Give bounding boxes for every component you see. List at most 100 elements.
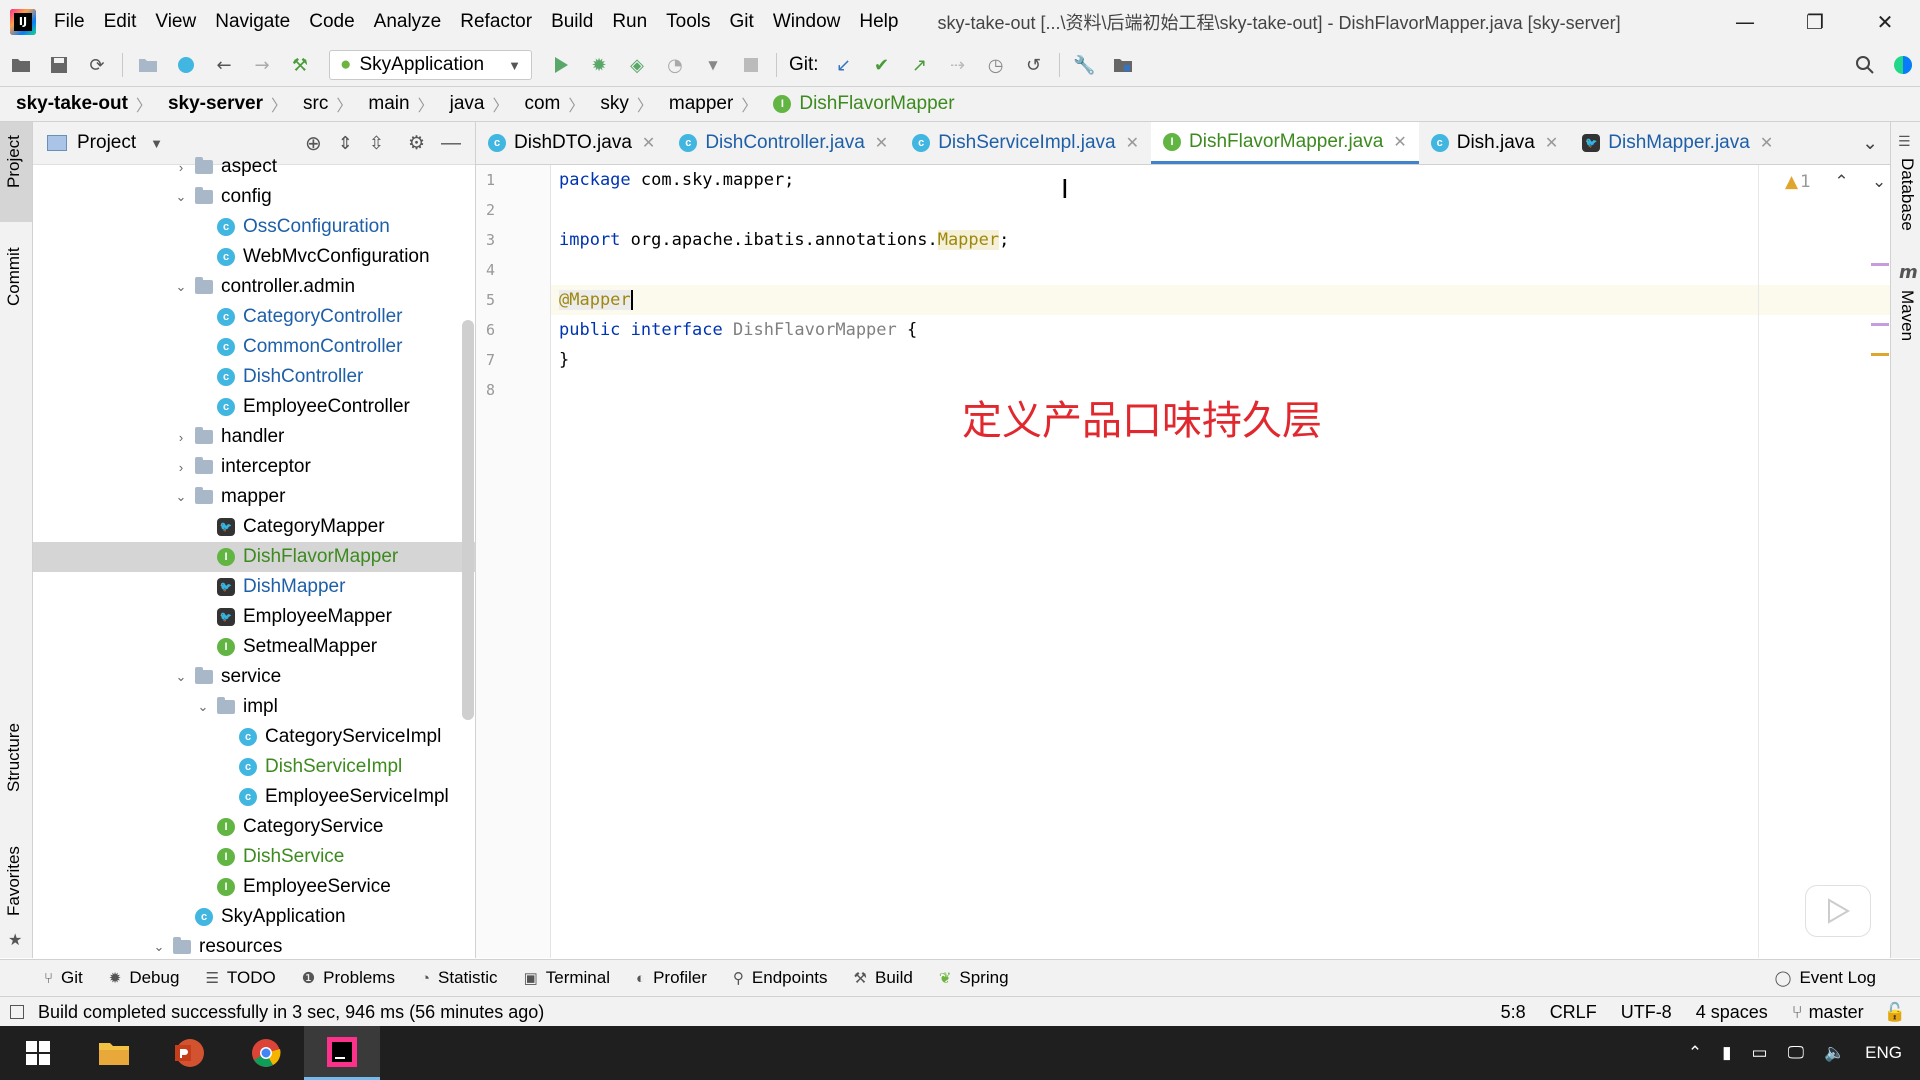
more-tabs-icon[interactable]: ⌄ [1850,122,1890,164]
endpoints-tool-button[interactable]: ⚲ Endpoints [733,968,828,988]
chevron-down-icon[interactable]: ⌄ [173,489,189,505]
breadcrumb-item[interactable]: sky [600,93,629,115]
profile-icon[interactable]: ◔ [664,54,686,76]
tree-item[interactable]: c EmployeeController [33,392,475,422]
close-window-button[interactable]: ✕ [1850,0,1920,44]
settings-wrench-icon[interactable]: 🔧 [1073,54,1095,76]
coverage-icon[interactable]: ◈ [626,54,648,76]
tree-item[interactable]: ⌄ mapper [33,482,475,512]
git-tool-button[interactable]: ⑂ Git [44,968,83,988]
tree-item[interactable]: ⌄ impl [33,692,475,722]
menu-refactor[interactable]: Refactor [460,11,532,33]
editor-tab[interactable]: c Dish.java ✕ [1419,122,1571,164]
indent-setting[interactable]: 4 spaces [1696,1002,1768,1023]
save-icon[interactable] [48,54,70,76]
project-panel-title[interactable]: Project [77,132,136,154]
battery-icon[interactable]: ▭ [1752,1043,1768,1063]
breadcrumb-item[interactable]: com [524,93,560,115]
chevron-down-icon[interactable]: ⌄ [173,279,189,295]
windows-start-icon[interactable] [0,1026,76,1080]
breadcrumb-item[interactable]: java [450,93,485,115]
menu-view[interactable]: View [155,11,196,33]
sync-icon[interactable]: ⟳ [86,54,108,76]
input-language[interactable]: ENG [1865,1043,1902,1063]
next-highlight-icon[interactable]: ⌄ [1872,172,1886,192]
code-editor[interactable]: package com.sky.mapper; import org.apach… [551,165,1890,958]
editor-tab[interactable]: c DishServiceImpl.java ✕ [900,122,1151,164]
tree-item[interactable]: 🐦 EmployeeMapper [33,602,475,632]
chevron-up-icon[interactable]: ⌃ [1688,1043,1702,1063]
build-tool-button[interactable]: ⚒ Build [854,968,913,988]
tree-item[interactable]: ⌄ resources [33,932,475,958]
tree-item[interactable]: c OssConfiguration [33,212,475,242]
back-arrow-icon[interactable]: ← [213,54,235,76]
git-rollback-icon[interactable]: ↺ [1023,54,1045,76]
volume-icon[interactable]: 🔈 [1824,1043,1845,1063]
build-hammer-icon[interactable]: ⚒ [289,54,311,76]
terminal-tool-button[interactable]: ▣ Terminal [524,968,610,988]
code-line-1[interactable]: package com.sky.mapper; [559,165,794,195]
menu-file[interactable]: File [54,11,85,33]
tree-item[interactable]: I DishService [33,842,475,872]
close-tab-icon[interactable]: ✕ [1545,133,1558,153]
database-tool-button[interactable]: Database [1897,158,1917,231]
menu-navigate[interactable]: Navigate [215,11,290,33]
breadcrumb-item[interactable]: mapper [669,93,733,115]
play-overlay-button[interactable] [1805,885,1871,937]
project-tool-button[interactable]: Project [4,135,24,188]
lock-icon[interactable]: 🔓 [1884,1002,1906,1023]
menu-window[interactable]: Window [773,11,841,33]
status-message[interactable]: Build completed successfully in 3 sec, 9… [38,1002,544,1023]
menu-edit[interactable]: Edit [104,11,137,33]
run-configuration-select[interactable]: ● SkyApplication ▼ [329,50,532,80]
tree-item[interactable]: c CategoryServiceImpl [33,722,475,752]
tree-item[interactable]: c EmployeeServiceImpl [33,782,475,812]
editor-tab[interactable]: c DishDTO.java ✕ [476,122,667,164]
tree-item[interactable]: c WebMvcConfiguration [33,242,475,272]
code-line-6[interactable]: public interface DishFlavorMapper { [559,315,917,345]
commit-tool-button[interactable]: Commit [4,247,24,306]
code-line-5[interactable]: @Mapper [559,285,633,315]
tree-item[interactable]: c CategoryController [33,302,475,332]
tree-item[interactable]: I EmployeeService [33,872,475,902]
chevron-right-icon[interactable]: › [173,430,189,445]
previous-highlight-icon[interactable]: ⌃ [1834,172,1848,192]
caret-position[interactable]: 5:8 [1501,1002,1526,1023]
tree-item[interactable]: c DishServiceImpl [33,752,475,782]
tree-item[interactable]: ⌄ config [33,182,475,212]
menu-build[interactable]: Build [551,11,593,33]
tree-item[interactable]: c DishController [33,362,475,392]
statistic-tool-button[interactable]: ◔ Statistic [421,968,498,988]
editor-tab[interactable]: I DishFlavorMapper.java ✕ [1151,122,1419,164]
breadcrumb-item[interactable]: sky-take-out [16,93,128,115]
git-merge-icon[interactable]: ⇢ [947,54,969,76]
line-separator[interactable]: CRLF [1550,1002,1597,1023]
status-square-icon[interactable] [10,1005,24,1019]
menu-analyze[interactable]: Analyze [374,11,442,33]
minimize-button[interactable]: — [1710,0,1780,44]
close-tab-icon[interactable]: ✕ [875,133,888,153]
file-explorer-icon[interactable] [76,1026,152,1080]
jetbrains-ai-icon[interactable] [1892,54,1914,76]
chevron-right-icon[interactable]: › [173,160,189,175]
breadcrumb-item[interactable]: main [368,93,409,115]
error-stripe-mark[interactable] [1871,323,1889,326]
run-icon[interactable] [550,54,572,76]
project-tree-scrollbar[interactable] [462,320,474,720]
inspection-widget[interactable]: ▲ 1 ⌃ ⌄ [1785,172,1886,192]
more-run-options-icon[interactable]: ▼ [702,54,724,76]
forward-arrow-icon[interactable]: → [251,54,273,76]
git-update-icon[interactable]: ↙ [833,54,855,76]
search-icon[interactable] [1854,54,1876,76]
event-log-button[interactable]: ◯ Event Log [1775,968,1876,988]
tree-item[interactable]: 🐦 CategoryMapper [33,512,475,542]
open-folder-icon[interactable] [10,54,32,76]
spring-tool-button[interactable]: ❦ Spring [939,968,1009,988]
intellij-taskbar-icon[interactable] [304,1026,380,1080]
breadcrumb-item[interactable]: sky-server [168,93,263,115]
powerpoint-icon[interactable] [152,1026,228,1080]
menu-run[interactable]: Run [612,11,647,33]
dropdown-arrow-icon[interactable]: ▼ [150,136,163,151]
git-branch[interactable]: master [1809,1002,1864,1023]
editor-tab[interactable]: 🐦 DishMapper.java ✕ [1570,122,1785,164]
